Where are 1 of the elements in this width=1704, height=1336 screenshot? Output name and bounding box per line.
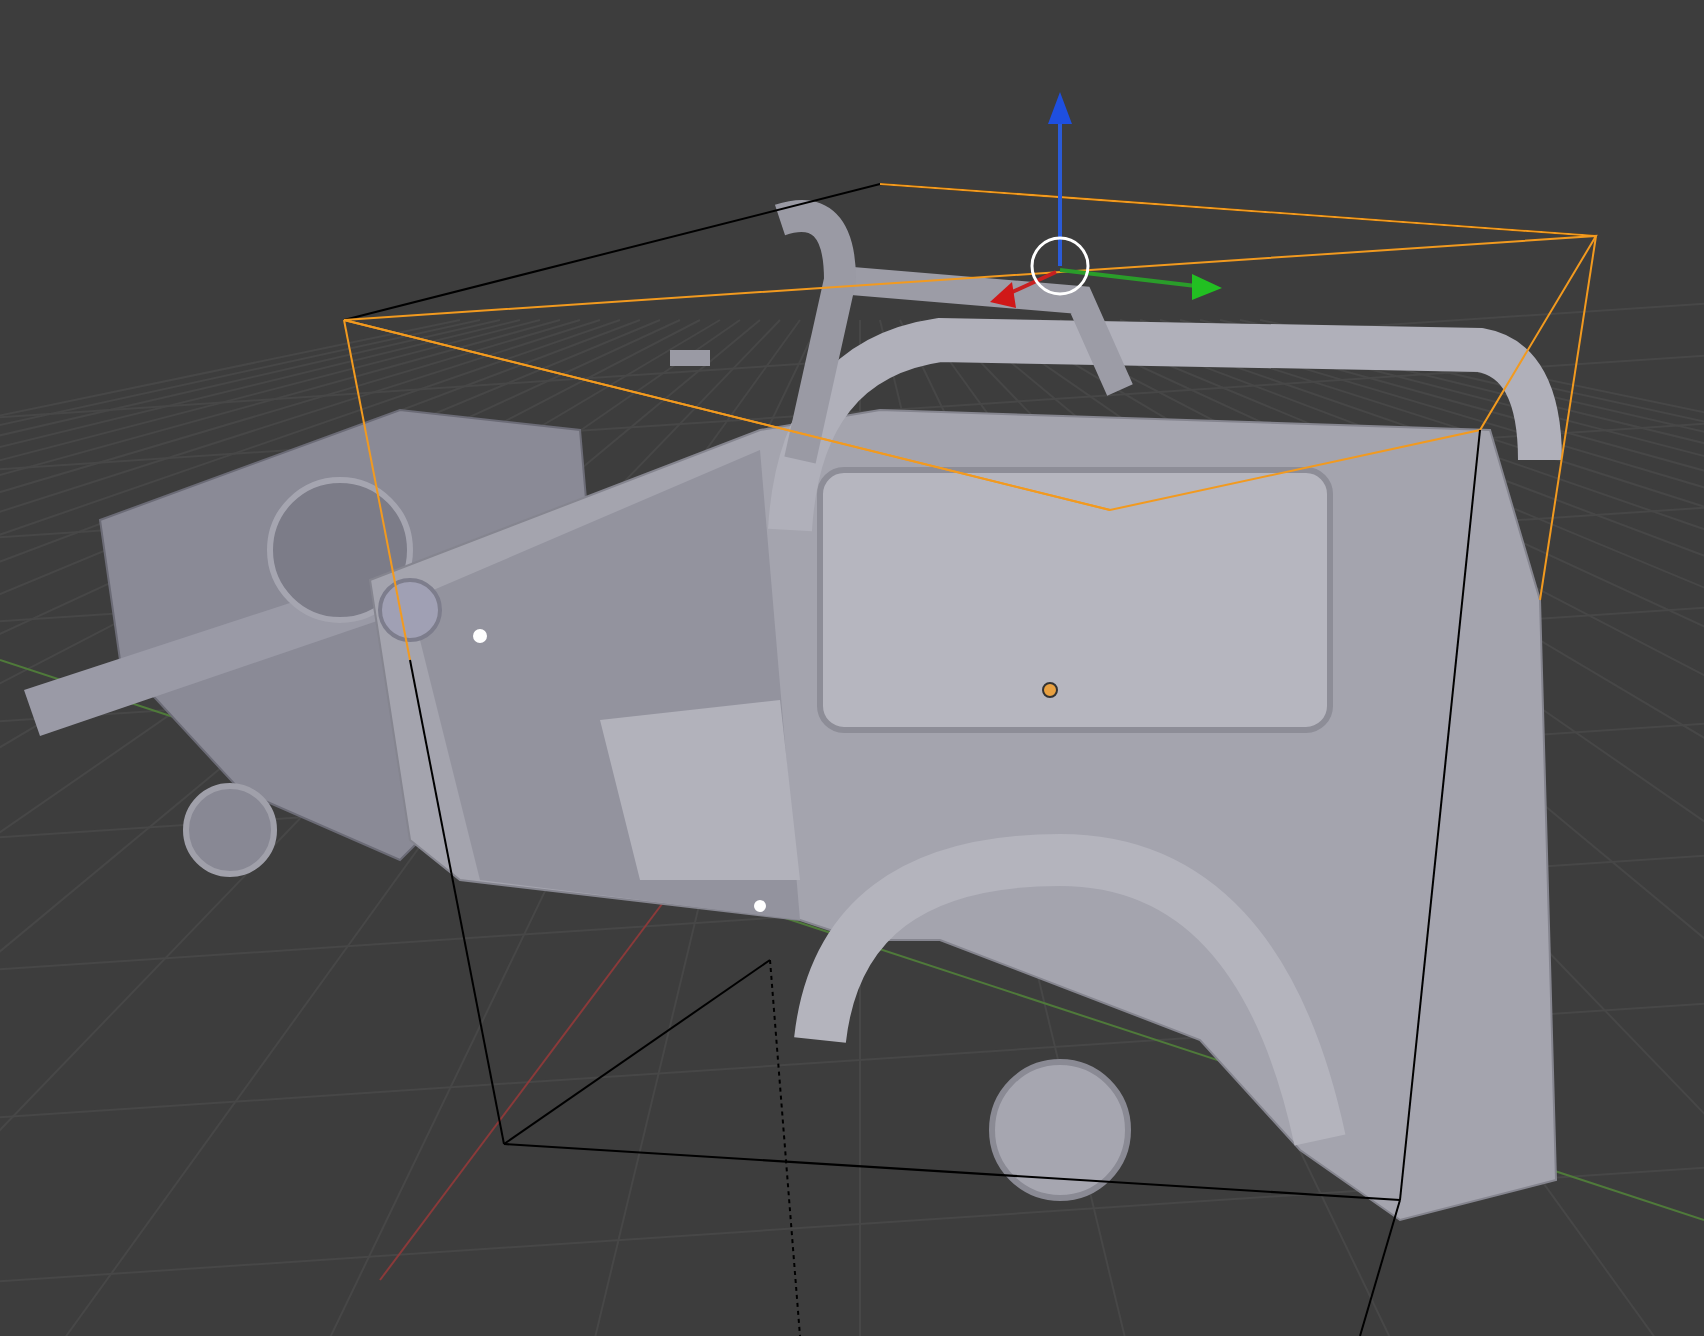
transform-gizmo-icon[interactable] — [990, 92, 1222, 308]
